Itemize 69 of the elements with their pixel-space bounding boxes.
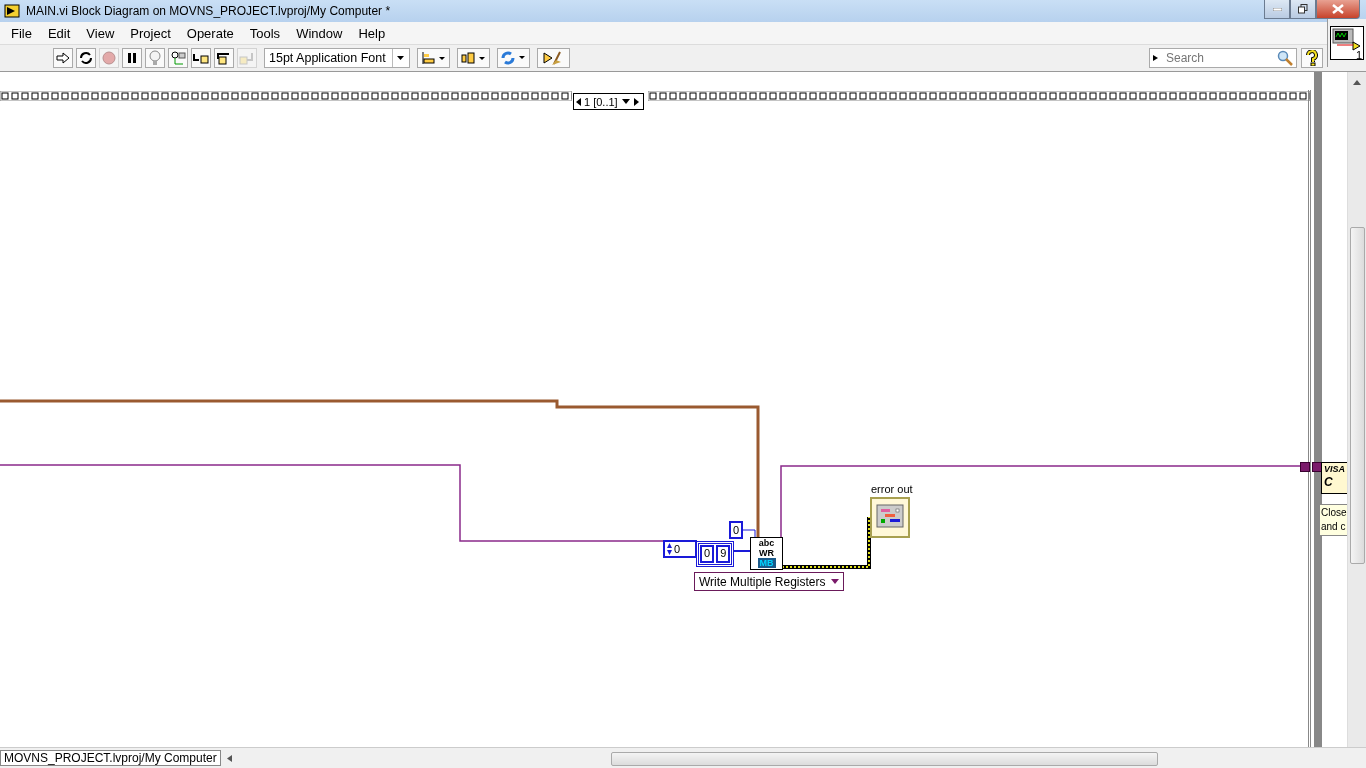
restore-icon xyxy=(1298,4,1308,14)
frame-number: 1 [0..1] xyxy=(584,95,618,108)
caret-icon xyxy=(831,579,840,584)
search-icon xyxy=(1277,50,1293,66)
node-text: WR xyxy=(759,548,774,558)
font-dropdown[interactable]: 15pt Application Font xyxy=(264,48,410,68)
vi-icon-number: 1 xyxy=(1355,49,1362,61)
toolbar-button[interactable] xyxy=(191,48,211,68)
menu-item[interactable]: File xyxy=(3,25,40,41)
search-field[interactable]: Search xyxy=(1149,48,1297,68)
pause-icon xyxy=(126,52,138,64)
node-text: C xyxy=(1324,477,1333,487)
spinner-icon xyxy=(667,543,672,555)
toolbar-button[interactable] xyxy=(456,48,490,68)
project-path: MOVNS_PROJECT.lvproj/My Computer xyxy=(0,750,221,766)
menu-item[interactable]: Tools xyxy=(241,25,289,41)
node-text: abc xyxy=(758,538,775,548)
distribute-icon xyxy=(460,51,487,65)
step-into-icon xyxy=(193,51,209,65)
reorder-icon xyxy=(500,50,527,66)
numeric-constant: 0 xyxy=(729,521,744,539)
menu-item[interactable]: Edit xyxy=(39,25,79,41)
stop-icon xyxy=(102,51,116,65)
light-bulb-icon xyxy=(149,50,161,66)
menu-item[interactable]: Operate xyxy=(178,25,242,41)
up-arrow-icon xyxy=(1353,80,1361,85)
minimize-icon xyxy=(1272,7,1282,11)
left-arrow-icon xyxy=(576,97,581,106)
app-icon xyxy=(4,4,20,18)
node-text: VISA xyxy=(1324,464,1345,474)
toolbar-button[interactable] xyxy=(76,48,96,68)
tip-strip: Close and c xyxy=(1319,504,1347,536)
numeric-control[interactable]: 0 xyxy=(663,540,697,558)
mode-ring[interactable]: Write Multiple Registers xyxy=(694,572,845,591)
toolbar-button[interactable] xyxy=(214,48,234,68)
question-mark-icon xyxy=(1305,50,1319,66)
vertical-scrollbar[interactable] xyxy=(1347,72,1366,747)
align-icon xyxy=(420,51,447,65)
toolbar-button[interactable] xyxy=(168,48,188,68)
caret-icon xyxy=(397,56,405,60)
toolbar-button[interactable] xyxy=(122,48,142,68)
step-out-icon xyxy=(239,51,255,65)
array-element: 9 xyxy=(716,545,731,563)
probe-icon xyxy=(170,50,186,66)
node-tag: MB xyxy=(757,558,776,568)
menu-item[interactable]: Help xyxy=(350,25,394,41)
close-icon xyxy=(1332,4,1344,14)
circular-arrows-icon xyxy=(79,51,93,65)
toolbar-button[interactable] xyxy=(416,48,450,68)
arrow-icon xyxy=(56,52,70,64)
step-over-icon xyxy=(216,51,232,65)
help-button[interactable] xyxy=(1301,48,1323,68)
array-element: 0 xyxy=(700,545,715,563)
window-title: MAIN.vi Block Diagram on MOVNS_PROJECT.lvproj/My Computer * xyxy=(26,4,392,18)
frame-selector[interactable]: 1 [0..1] xyxy=(573,93,644,110)
maximize-button[interactable] xyxy=(1290,0,1316,19)
caret-icon xyxy=(621,99,630,104)
caret-icon xyxy=(1152,54,1160,62)
menu-item[interactable]: View xyxy=(78,25,123,41)
indicator-label: error out xyxy=(871,483,913,495)
scroll-thumb[interactable] xyxy=(1350,227,1365,564)
left-arrow-icon xyxy=(226,754,232,762)
menu-item[interactable]: Window xyxy=(288,25,351,41)
close-button[interactable] xyxy=(1316,0,1360,19)
menu-item[interactable]: Project xyxy=(122,25,179,41)
toolbar-button[interactable] xyxy=(53,48,73,68)
numeric-wire xyxy=(740,529,756,539)
right-arrow-icon xyxy=(633,97,639,106)
scroll-thumb[interactable] xyxy=(610,752,1158,766)
